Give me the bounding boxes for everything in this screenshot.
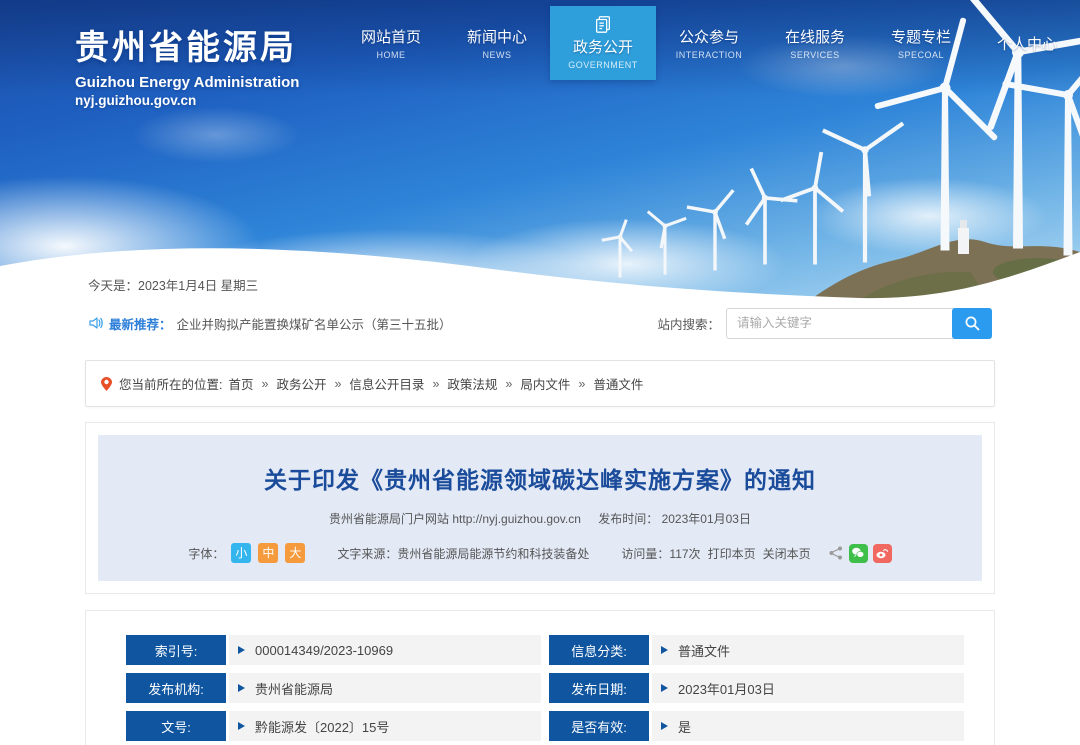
- document-icon: [593, 14, 613, 34]
- speaker-icon: [88, 315, 104, 331]
- search-button[interactable]: [952, 308, 992, 339]
- nav-item-special[interactable]: 专题专栏 SPECOAL: [868, 0, 974, 80]
- location-pin-icon: [100, 376, 113, 392]
- publisher-label: 发布机构:: [126, 673, 226, 703]
- breadcrumb-item-directory[interactable]: 信息公开目录: [349, 374, 424, 393]
- visit-count: 访问量：117次: [621, 545, 700, 562]
- search-input[interactable]: [726, 308, 954, 339]
- nav-label: 新闻中心: [467, 26, 527, 47]
- breadcrumb-item-bureau-files[interactable]: 局内文件: [520, 374, 570, 393]
- search-label: 站内搜索：: [657, 314, 720, 333]
- close-page-link[interactable]: 关闭本页: [763, 545, 811, 562]
- weibo-icon: [875, 546, 889, 560]
- table-row: 发布机构: 贵州省能源局 发布日期: 2023年01月03日: [126, 673, 964, 703]
- document-info-table: 索引号: 000014349/2023-10969 信息分类: 普通文件 发布机…: [85, 610, 995, 745]
- site-url: nyj.guizhou.gov.cn: [75, 93, 299, 108]
- nav-label: 政务公开: [573, 36, 633, 57]
- wechat-icon: [851, 546, 865, 560]
- breadcrumb-item-normal-files[interactable]: 普通文件: [593, 374, 643, 393]
- nav-label: 在线服务: [785, 26, 845, 47]
- publish-date-value: 2023年01月03日: [652, 673, 964, 703]
- site-logo[interactable]: 贵州省能源局 Guizhou Energy Administration nyj…: [75, 20, 299, 108]
- breadcrumb-prefix: 您当前所在的位置:: [119, 374, 222, 393]
- nav-sublabel: HOME: [377, 50, 406, 60]
- breadcrumb-item-policy[interactable]: 政策法规: [447, 374, 497, 393]
- font-size-label: 字体：: [188, 545, 224, 562]
- recommend-link[interactable]: 企业并购拟产能置换煤矿名单公示（第三十五批）: [177, 314, 452, 333]
- site-name: 贵州省能源局: [75, 20, 299, 69]
- nav-sublabel: SERVICES: [790, 50, 839, 60]
- main-nav: 网站首页 HOME 新闻中心 NEWS 政务公开 GOVERNMENT 公众参与…: [338, 0, 1080, 80]
- nav-label: 个人中心: [997, 33, 1057, 54]
- article-header: 关于印发《贵州省能源领域碳达峰实施方案》的通知 贵州省能源局门户网站 http:…: [98, 435, 982, 581]
- nav-item-personal[interactable]: 个人中心: [974, 0, 1080, 80]
- nav-sublabel: INTERACTION: [676, 50, 743, 60]
- doc-number-label: 文号:: [126, 711, 226, 741]
- doc-number-value: 黔能源发〔2022〕15号: [229, 711, 541, 741]
- nav-sublabel: SPECOAL: [898, 50, 944, 60]
- article-toolbar: 字体： 小 中 大 文字来源：贵州省能源局能源节约和科技装备处 访问量：117次…: [128, 543, 952, 563]
- nav-sublabel: NEWS: [483, 50, 512, 60]
- breadcrumb-separator: »: [505, 377, 512, 391]
- nav-label: 公众参与: [679, 26, 739, 47]
- publish-date-label: 发布日期:: [549, 673, 649, 703]
- breadcrumb-separator: »: [578, 377, 585, 391]
- article-publish-time: 发布时间： 2023年01月03日: [598, 512, 751, 526]
- publisher-value: 贵州省能源局: [229, 673, 541, 703]
- article-source-site: 贵州省能源局门户网站 http://nyj.guizhou.gov.cn: [329, 512, 581, 526]
- table-row: 文号: 黔能源发〔2022〕15号 是否有效: 是: [126, 711, 964, 741]
- info-bar: 最新推荐： 企业并购拟产能置换煤矿名单公示（第三十五批） 站内搜索：: [88, 306, 992, 340]
- breadcrumb: 您当前所在的位置: 首页 » 政务公开 » 信息公开目录 » 政策法规 » 局内…: [85, 360, 995, 407]
- nav-sublabel: GOVERNMENT: [568, 60, 638, 70]
- article-title: 关于印发《贵州省能源领域碳达峰实施方案》的通知: [128, 461, 952, 495]
- banner: 贵州省能源局 Guizhou Energy Administration nyj…: [0, 0, 1080, 300]
- latest-recommend: 最新推荐： 企业并购拟产能置换煤矿名单公示（第三十五批）: [88, 314, 452, 333]
- breadcrumb-item-home[interactable]: 首页: [228, 374, 253, 393]
- share-nodes-icon[interactable]: [828, 545, 844, 561]
- table-row: 索引号: 000014349/2023-10969 信息分类: 普通文件: [126, 635, 964, 665]
- font-small-button[interactable]: 小: [231, 543, 251, 563]
- index-number-value: 000014349/2023-10969: [229, 635, 541, 665]
- nav-item-services[interactable]: 在线服务 SERVICES: [762, 0, 868, 80]
- site-search: 站内搜索：: [657, 308, 992, 339]
- breadcrumb-separator: »: [334, 377, 341, 391]
- nav-label: 专题专栏: [891, 26, 951, 47]
- font-large-button[interactable]: 大: [285, 543, 305, 563]
- nav-item-interaction[interactable]: 公众参与 INTERACTION: [656, 0, 762, 80]
- article-meta: 贵州省能源局门户网站 http://nyj.guizhou.gov.cn 发布时…: [128, 510, 952, 527]
- search-icon: [964, 315, 981, 332]
- font-medium-button[interactable]: 中: [258, 543, 278, 563]
- wechat-share-button[interactable]: [849, 544, 868, 563]
- print-page-link[interactable]: 打印本页: [708, 545, 756, 562]
- nav-item-government[interactable]: 政务公开 GOVERNMENT: [550, 6, 656, 80]
- site-name-en: Guizhou Energy Administration: [75, 74, 299, 91]
- breadcrumb-separator: »: [432, 377, 439, 391]
- nav-label: 网站首页: [361, 26, 421, 47]
- breadcrumb-item-government[interactable]: 政务公开: [276, 374, 326, 393]
- nav-item-home[interactable]: 网站首页 HOME: [338, 0, 444, 80]
- breadcrumb-separator: »: [262, 377, 269, 391]
- share-bar: [828, 544, 892, 563]
- text-source: 文字来源：贵州省能源局能源节约和科技装备处: [337, 545, 589, 562]
- nav-item-news[interactable]: 新闻中心 NEWS: [444, 0, 550, 80]
- today-date: 今天是：2023年1月4日 星期三: [88, 275, 258, 294]
- info-category-label: 信息分类:: [549, 635, 649, 665]
- recommend-label: 最新推荐：: [109, 314, 172, 333]
- validity-label: 是否有效:: [549, 711, 649, 741]
- validity-value: 是: [652, 711, 964, 741]
- index-number-label: 索引号:: [126, 635, 226, 665]
- info-category-value: 普通文件: [652, 635, 964, 665]
- article-box: 关于印发《贵州省能源领域碳达峰实施方案》的通知 贵州省能源局门户网站 http:…: [85, 422, 995, 594]
- weibo-share-button[interactable]: [873, 544, 892, 563]
